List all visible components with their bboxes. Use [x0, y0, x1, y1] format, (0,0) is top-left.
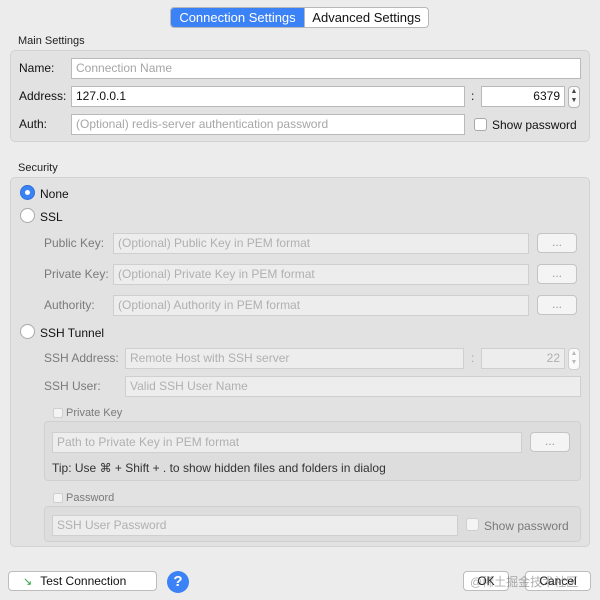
private-key-path-browse-button[interactable]: ...	[530, 432, 570, 452]
hidden-files-tip: Tip: Use ⌘ + Shift + . to show hidden fi…	[52, 461, 386, 475]
private-key-path-input[interactable]: Path to Private Key in PEM format	[52, 432, 522, 453]
ssh-address-label: SSH Address:	[44, 351, 119, 365]
test-connection-label: Test Connection	[40, 574, 127, 588]
authority-placeholder: (Optional) Authority in PEM format	[118, 298, 301, 312]
public-key-placeholder: (Optional) Public Key in PEM format	[118, 236, 311, 250]
ssh-address-input[interactable]: Remote Host with SSH server	[125, 348, 464, 369]
ssh-user-label: SSH User:	[44, 379, 101, 393]
auth-input[interactable]: (Optional) redis-server authentication p…	[71, 114, 465, 135]
none-label: None	[40, 187, 69, 201]
private-key-label: Private Key:	[44, 267, 109, 281]
ssl-radio[interactable]	[20, 208, 35, 223]
ssh-address-placeholder: Remote Host with SSH server	[130, 351, 290, 365]
help-button[interactable]: ?	[167, 571, 189, 593]
private-key-check-label: Private Key	[66, 407, 123, 419]
authority-input[interactable]: (Optional) Authority in PEM format	[113, 295, 529, 316]
ssh-port-input[interactable]: 22	[481, 348, 565, 369]
private-key-checkbox[interactable]	[53, 408, 63, 418]
tab-advanced-settings[interactable]: Advanced Settings	[304, 8, 428, 27]
name-input[interactable]: Connection Name	[71, 58, 581, 79]
port-value: 6379	[533, 89, 560, 103]
ssh-port-stepper[interactable]: ▲ ▼	[568, 348, 580, 370]
security-heading: Security	[18, 162, 58, 174]
ssh-user-placeholder: Valid SSH User Name	[130, 379, 248, 393]
port-input[interactable]: 6379	[481, 86, 565, 107]
show-password-label: Show password	[492, 118, 577, 132]
auth-placeholder: (Optional) redis-server authentication p…	[76, 117, 329, 131]
ssh-password-input[interactable]: SSH User Password	[52, 515, 458, 536]
ssl-label: SSL	[40, 210, 63, 224]
public-key-label: Public Key:	[44, 236, 105, 250]
ssh-user-input[interactable]: Valid SSH User Name	[125, 376, 581, 397]
plug-icon: ↘	[23, 576, 33, 588]
ssh-show-password-checkbox[interactable]	[466, 518, 479, 531]
password-checkbox[interactable]	[53, 493, 63, 503]
name-label: Name:	[19, 61, 55, 75]
ssh-port-value: 22	[546, 351, 560, 365]
port-stepper[interactable]: ▲ ▼	[568, 86, 580, 108]
password-check-label: Password	[66, 492, 115, 504]
public-key-browse-button[interactable]: ...	[537, 233, 577, 253]
ssh-tunnel-radio[interactable]	[20, 324, 35, 339]
authority-label: Authority:	[44, 298, 95, 312]
watermark: @稀土掘金技术社区	[470, 575, 579, 589]
address-value: 127.0.0.1	[76, 89, 127, 103]
ssh-show-password-label: Show password	[484, 519, 569, 533]
auth-label: Auth:	[19, 117, 48, 131]
tab-connection-settings[interactable]: Connection Settings	[171, 8, 304, 27]
question-icon: ?	[173, 573, 183, 590]
address-input[interactable]: 127.0.0.1	[71, 86, 465, 107]
authority-browse-button[interactable]: ...	[537, 295, 577, 315]
main-settings-heading: Main Settings	[18, 35, 85, 47]
up-down-arrows-icon: ▲ ▼	[570, 88, 578, 104]
private-key-placeholder: (Optional) Private Key in PEM format	[118, 267, 315, 281]
none-radio[interactable]	[20, 185, 35, 200]
ssh-tunnel-label: SSH Tunnel	[40, 326, 105, 340]
test-connection-button[interactable]: ↘ Test Connection	[8, 571, 157, 591]
settings-tabs: Connection Settings Advanced Settings	[170, 7, 429, 28]
name-placeholder: Connection Name	[76, 61, 173, 75]
address-port-separator: :	[471, 89, 475, 103]
ssh-password-placeholder: SSH User Password	[57, 518, 167, 532]
up-down-arrows-icon: ▲ ▼	[570, 350, 578, 366]
private-key-input[interactable]: (Optional) Private Key in PEM format	[113, 264, 529, 285]
show-password-checkbox[interactable]	[474, 118, 487, 131]
ssh-port-separator: :	[471, 351, 475, 365]
private-key-path-placeholder: Path to Private Key in PEM format	[57, 435, 240, 449]
private-key-browse-button[interactable]: ...	[537, 264, 577, 284]
public-key-input[interactable]: (Optional) Public Key in PEM format	[113, 233, 529, 254]
address-label: Address:	[19, 89, 67, 103]
